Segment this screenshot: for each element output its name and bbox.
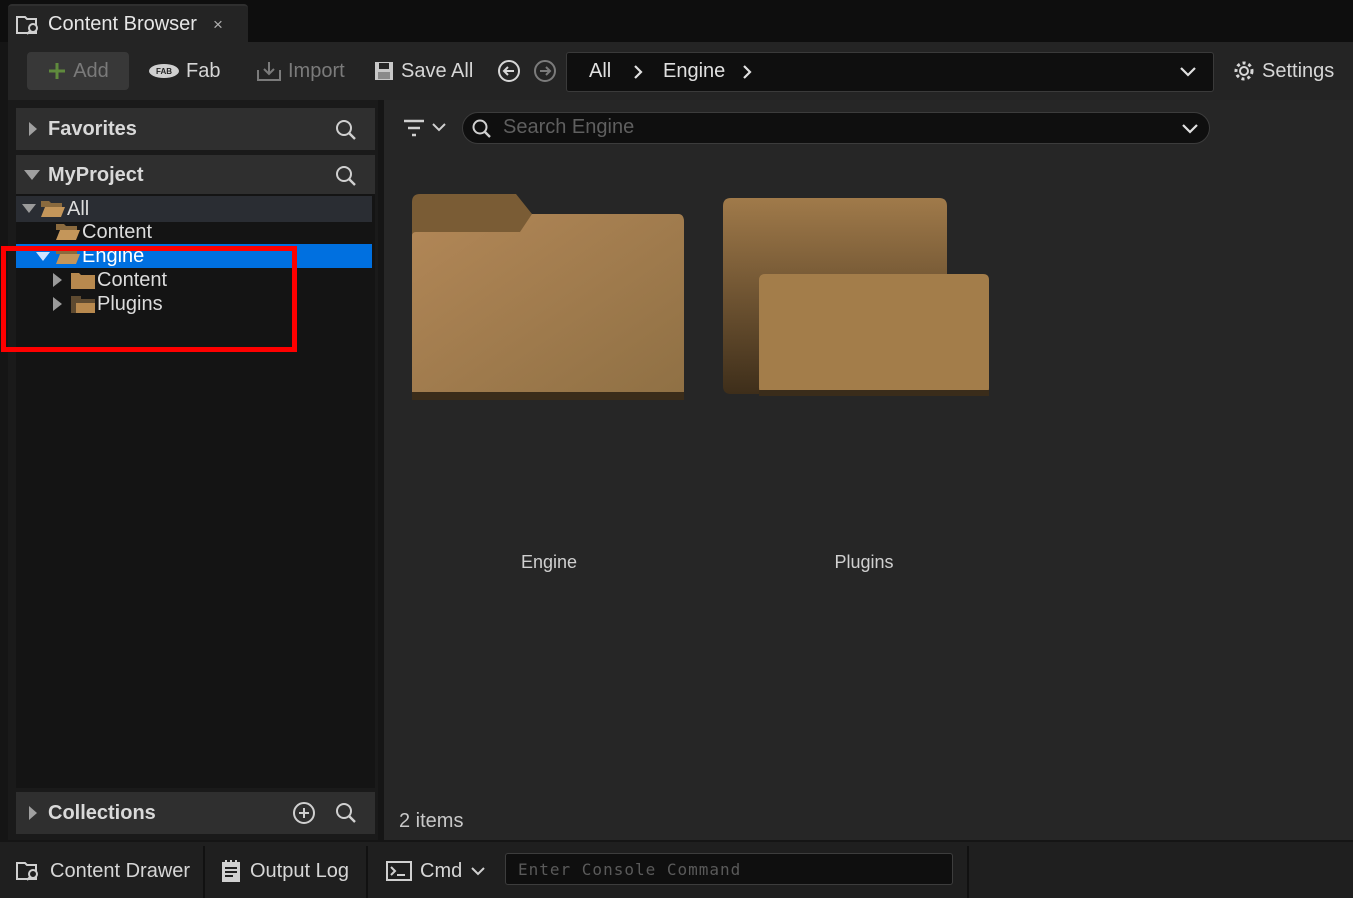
content-browser-icon [16,860,42,882]
chevron-right-icon[interactable] [631,64,645,80]
divider [967,846,969,898]
gear-icon [1232,59,1256,83]
output-log-icon [220,859,242,883]
add-label: Add [73,59,109,82]
tree-item-label: Content [82,220,153,243]
chevron-down-icon[interactable] [1179,66,1197,78]
folder-open-icon [55,222,81,242]
asset-label: Plugins [834,552,894,572]
back-arrow-icon[interactable] [497,59,521,83]
forward-arrow-icon[interactable] [533,59,557,83]
folder-icon [408,192,686,402]
search-icon[interactable] [334,164,358,188]
chevron-down-icon[interactable] [432,122,446,132]
add-circle-icon[interactable] [292,801,316,825]
tab-title: Content Browser [48,13,197,35]
save-icon [373,60,395,82]
settings-label: Settings [1262,59,1335,82]
plus-icon [47,61,67,81]
asset-view: Search Engine Engine Plugins 2 items [384,100,1353,840]
console-placeholder: Enter Console Command [518,860,742,879]
filter-icon[interactable] [402,118,426,138]
folder-tree: All Content Engine Content Plugins [16,194,375,788]
tree-item-engine-content[interactable]: Content [16,268,372,292]
chevron-right-icon[interactable] [28,122,38,136]
search-icon[interactable] [334,118,358,142]
cmd-dropdown[interactable]: Cmd [386,846,486,896]
close-icon[interactable]: × [213,15,223,35]
console-input[interactable]: Enter Console Command [505,853,953,885]
tab-content-browser[interactable]: Content Browser × [8,4,248,42]
search-icon [471,118,493,140]
tree-item-label: Engine [82,244,145,267]
content-browser-icon [16,14,42,36]
cmd-label: Cmd [420,859,463,882]
chevron-right-icon[interactable] [28,806,38,820]
asset-tile-engine[interactable]: Engine [404,190,704,572]
settings-button[interactable]: Settings [1232,52,1334,90]
tree-item-label: Content [97,268,168,291]
folder-open-icon [40,199,66,219]
collections-label: Collections [48,802,156,824]
add-button[interactable]: Add [27,52,129,90]
status-bar: Content Drawer Output Log Cmd Enter Cons… [0,842,1353,898]
fab-button[interactable]: FAB Fab [148,52,220,90]
tree-item-label: All [67,197,90,220]
chevron-down-icon[interactable] [36,252,50,261]
breadcrumb-item-all[interactable]: All [589,60,611,83]
tree-item-engine-plugins[interactable]: Plugins [16,292,372,316]
favorites-label: Favorites [48,118,137,140]
import-label: Import [288,59,345,82]
tree-item-content[interactable]: Content [16,220,372,244]
tab-bar: Content Browser × [0,0,1353,42]
content-drawer-button[interactable]: Content Drawer [16,846,190,896]
chevron-down-icon [470,866,486,876]
favorites-section-header[interactable]: Favorites [16,108,375,150]
sources-panel: Favorites MyProject All Content Engine C [8,100,378,840]
plugin-folder-icon [70,295,96,314]
terminal-icon [386,861,412,881]
chevron-down-icon[interactable] [22,204,36,213]
asset-label: Engine [520,552,578,572]
divider [203,846,205,898]
breadcrumb[interactable]: All Engine [566,52,1214,92]
folder-open-icon [55,246,81,266]
tree-item-engine[interactable]: Engine [16,244,372,268]
import-button[interactable]: Import [256,52,345,90]
tree-item-all[interactable]: All [16,196,372,222]
search-placeholder: Search Engine [503,116,635,138]
import-icon [256,60,282,82]
breadcrumb-item-engine[interactable]: Engine [663,60,725,83]
save-all-label: Save All [401,59,474,82]
fab-icon: FAB [148,62,180,80]
collections-section-header[interactable]: Collections [16,792,375,834]
content-drawer-label: Content Drawer [50,859,191,882]
divider [366,846,368,898]
fab-label: Fab [186,59,221,82]
project-section-header[interactable]: MyProject [16,155,375,195]
toolbar: Add FAB Fab Import Save All All Engine S… [8,42,1353,100]
search-input[interactable]: Search Engine [462,112,1210,144]
output-log-label: Output Log [250,859,349,882]
project-label: MyProject [48,164,144,186]
tree-item-label: Plugins [97,292,163,315]
chevron-right-icon[interactable] [740,64,754,80]
chevron-down-icon[interactable] [1181,123,1199,135]
save-all-button[interactable]: Save All [373,52,473,90]
folder-icon [70,271,96,290]
chevron-down-icon[interactable] [24,170,40,180]
chevron-right-icon[interactable] [53,273,62,287]
asset-tile-plugins[interactable]: Plugins [719,190,1019,572]
search-icon[interactable] [334,801,358,825]
item-count: 2 items [399,810,464,832]
plugin-folder-icon [721,196,991,401]
chevron-right-icon[interactable] [53,297,62,311]
output-log-button[interactable]: Output Log [220,846,349,896]
svg-text:FAB: FAB [156,67,172,76]
